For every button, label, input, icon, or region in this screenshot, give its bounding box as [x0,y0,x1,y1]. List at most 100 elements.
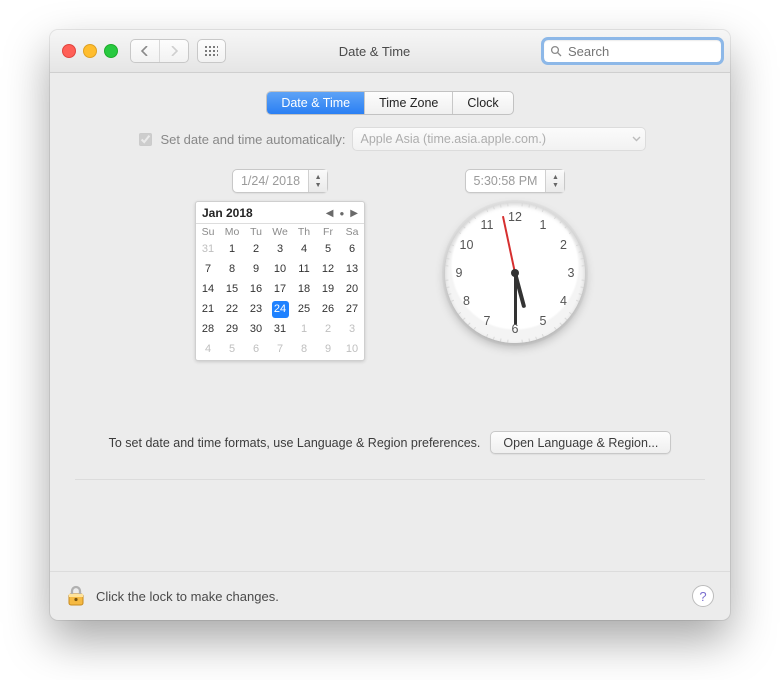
back-button[interactable] [131,40,159,62]
window-title: Date & Time [234,44,535,59]
clock-numeral: 11 [478,218,496,232]
calendar-next-icon[interactable]: ▶ [350,208,358,219]
search-field[interactable] [543,39,722,63]
calendar-day[interactable]: 18 [292,280,316,300]
lock-icon[interactable] [66,584,86,608]
forward-button[interactable] [159,40,188,62]
calendar-day[interactable]: 25 [292,300,316,320]
calendar-day[interactable]: 4 [196,340,220,360]
search-icon [550,45,562,57]
calendar-day[interactable]: 22 [220,300,244,320]
calendar-day[interactable]: 29 [220,320,244,340]
calendar-day[interactable]: 14 [196,280,220,300]
calendar-day[interactable]: 27 [340,300,364,320]
prefs-window: Date & Time Date & TimeTime ZoneClock Se… [50,30,730,620]
calendar-dow: Sa [340,224,364,240]
calendar-prev-icon[interactable]: ◀ [326,208,334,219]
calendar-day[interactable]: 26 [316,300,340,320]
date-stepper-arrows[interactable]: ▲▼ [308,170,327,192]
calendar-day[interactable]: 1 [292,320,316,340]
time-stepper[interactable]: 5:30:58 PM ▲▼ [465,169,566,193]
clock-numeral: 7 [478,314,496,328]
pane-tabs: Date & TimeTime ZoneClock [266,91,513,115]
format-hint-text: To set date and time formats, use Langua… [109,436,481,450]
calendar-day[interactable]: 11 [292,260,316,280]
calendar-day[interactable]: 10 [340,340,364,360]
clock-numeral: 2 [554,238,572,252]
calendar-day[interactable]: 31 [196,240,220,260]
calendar-day[interactable]: 13 [340,260,364,280]
clock-numeral: 12 [506,210,524,224]
auto-datetime-checkbox[interactable] [139,133,152,146]
calendar-day[interactable]: 1 [220,240,244,260]
help-button[interactable]: ? [692,585,714,607]
calendar-day[interactable]: 6 [244,340,268,360]
calendar-today-icon[interactable]: ● [339,209,344,218]
calendar-day[interactable]: 10 [268,260,292,280]
date-stepper[interactable]: 1/24/ 2018 ▲▼ [232,169,328,193]
tab-time-zone[interactable]: Time Zone [364,92,452,114]
open-language-region-button[interactable]: Open Language & Region... [490,431,671,454]
calendar-day[interactable]: 7 [196,260,220,280]
analog-clock: 121234567891011 [445,203,585,343]
calendar-day[interactable]: 31 [268,320,292,340]
calendar-day[interactable]: 24 [268,300,292,320]
clock-numeral: 5 [534,314,552,328]
calendar-day[interactable]: 17 [268,280,292,300]
clock-numeral: 4 [554,294,572,308]
calendar-day[interactable]: 4 [292,240,316,260]
auto-datetime-label: Set date and time automatically: [161,132,346,147]
close-icon[interactable] [62,44,76,58]
calendar-day[interactable]: 2 [244,240,268,260]
calendar: Jan 2018 ◀ ● ▶ SuMoTuWeThFrSa31123456789… [195,201,365,361]
calendar-day[interactable]: 15 [220,280,244,300]
calendar-day[interactable]: 21 [196,300,220,320]
calendar-day[interactable]: 2 [316,320,340,340]
calendar-day[interactable]: 3 [268,240,292,260]
clock-numeral: 8 [458,294,476,308]
calendar-day[interactable]: 23 [244,300,268,320]
time-stepper-arrows[interactable]: ▲▼ [545,170,564,192]
time-server-value: Apple Asia (time.asia.apple.com.) [361,132,547,146]
calendar-day[interactable]: 5 [316,240,340,260]
calendar-day[interactable]: 6 [340,240,364,260]
calendar-month-label: Jan 2018 [202,206,253,220]
calendar-dow: Tu [244,224,268,240]
calendar-dow: Mo [220,224,244,240]
tab-clock[interactable]: Clock [452,92,512,114]
help-icon: ? [699,589,706,604]
calendar-day[interactable]: 9 [316,340,340,360]
auto-datetime-row: Set date and time automatically: Apple A… [75,127,705,151]
date-value: 1/24/ 2018 [233,174,308,188]
calendar-day[interactable]: 12 [316,260,340,280]
calendar-day[interactable]: 16 [244,280,268,300]
calendar-day[interactable]: 20 [340,280,364,300]
clock-numeral: 3 [562,266,580,280]
search-input[interactable] [566,43,715,60]
time-value: 5:30:58 PM [466,174,546,188]
time-server-combo[interactable]: Apple Asia (time.asia.apple.com.) [352,127,646,151]
minimize-icon[interactable] [83,44,97,58]
show-all-button[interactable] [197,39,226,63]
nav-back-forward [130,39,189,63]
tab-date-time[interactable]: Date & Time [267,92,364,114]
chevron-down-icon [632,136,641,142]
calendar-day[interactable]: 19 [316,280,340,300]
calendar-day[interactable]: 7 [268,340,292,360]
calendar-dow: Fr [316,224,340,240]
clock-numeral: 1 [534,218,552,232]
calendar-dow: Th [292,224,316,240]
calendar-day[interactable]: 3 [340,320,364,340]
calendar-day[interactable]: 8 [220,260,244,280]
calendar-day[interactable]: 28 [196,320,220,340]
format-hint-row: To set date and time formats, use Langua… [75,431,705,480]
calendar-day[interactable]: 8 [292,340,316,360]
calendar-day[interactable]: 30 [244,320,268,340]
pane-date-time: Set date and time automatically: Apple A… [50,127,730,492]
calendar-dow: We [268,224,292,240]
zoom-icon[interactable] [104,44,118,58]
clock-numeral: 9 [450,266,468,280]
calendar-day[interactable]: 9 [244,260,268,280]
titlebar: Date & Time [50,30,730,73]
calendar-day[interactable]: 5 [220,340,244,360]
